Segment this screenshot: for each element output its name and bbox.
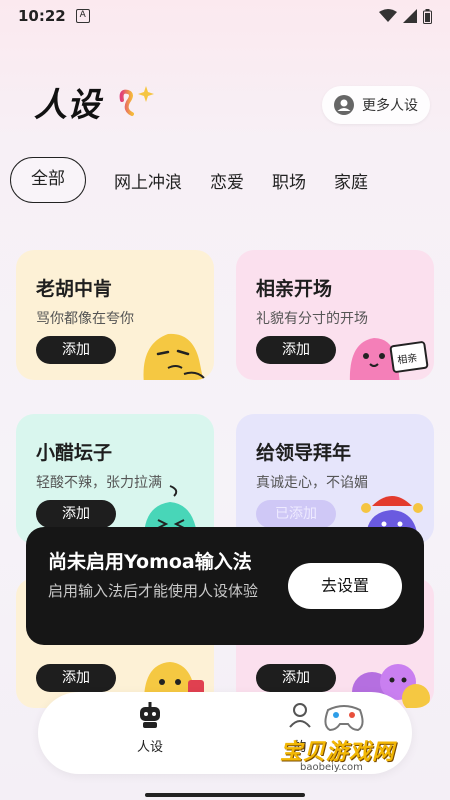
tab-workplace[interactable]: 职场 xyxy=(258,168,320,193)
robot-icon xyxy=(140,702,160,728)
nav-label: 人设 xyxy=(136,740,163,755)
watermark-url: baobeiy.com xyxy=(300,762,363,773)
battery-icon xyxy=(423,8,432,24)
notification-a-icon: A xyxy=(75,9,90,23)
tab-family[interactable]: 家庭 xyxy=(320,168,382,193)
more-personas-button[interactable]: 更多人设 xyxy=(322,86,430,124)
toast-title: 尚未启用Yomoa输入法 xyxy=(48,551,252,573)
user-avatar-icon xyxy=(334,95,354,115)
status-time: 10:22 xyxy=(18,7,66,25)
card-title: 相亲开场 xyxy=(256,278,333,300)
tab-romance[interactable]: 恋爱 xyxy=(196,168,258,193)
gamepad-icon xyxy=(324,705,364,732)
wifi-icon xyxy=(379,9,397,22)
card-title: 老胡中肯 xyxy=(36,278,113,300)
card-desc: 真诚走心，不谄媚 xyxy=(256,475,368,491)
status-icons xyxy=(379,8,432,24)
toast-desc: 启用输入法后才能使用人设体验 xyxy=(48,582,259,600)
persona-card[interactable]: 给领导拜年 真诚走心，不谄媚 已添加 xyxy=(236,414,434,544)
tab-all[interactable]: 全部 xyxy=(10,157,86,203)
more-personas-label: 更多人设 xyxy=(362,98,418,114)
added-button[interactable]: 已添加 xyxy=(256,500,336,528)
go-settings-button[interactable]: 去设置 xyxy=(288,563,402,609)
add-button[interactable]: 添加 xyxy=(36,500,116,528)
add-button[interactable]: 添加 xyxy=(256,336,336,364)
add-button[interactable]: 添加 xyxy=(36,664,116,692)
persona-card[interactable]: 小醋坛子 轻酸不辣，张力拉满 添加 xyxy=(16,414,214,544)
card-title: 小醋坛子 xyxy=(36,442,113,464)
card-desc: 骂你都像在夸你 xyxy=(36,311,134,327)
yellow-mascot-icon xyxy=(143,333,205,380)
home-indicator[interactable] xyxy=(145,793,305,797)
card-title: 给领导拜年 xyxy=(256,442,352,464)
signal-icon xyxy=(403,9,417,23)
card-desc: 礼貌有分寸的开场 xyxy=(256,311,368,327)
category-tabs: 全部 网上冲浪 恋爱 职场 家庭 xyxy=(10,156,450,204)
add-button[interactable]: 添加 xyxy=(256,664,336,692)
app-logo: 人设 xyxy=(34,85,100,124)
add-button[interactable]: 添加 xyxy=(36,336,116,364)
header: 人设 更多人设 xyxy=(34,70,430,140)
tab-web-surfing[interactable]: 网上冲浪 xyxy=(100,168,196,193)
persona-card[interactable]: 老胡中肯 骂你都像在夸你 添加 xyxy=(16,250,214,380)
persona-card[interactable]: 相亲开场 礼貌有分寸的开场 添加 相亲 xyxy=(236,250,434,380)
sparkle-logo-icon xyxy=(119,86,154,116)
pink-mascot-icon: 相亲 xyxy=(349,338,429,380)
watermark: 宝贝游戏网 baobeiy.com xyxy=(270,700,420,780)
ime-not-enabled-toast: 尚未启用Yomoa输入法 启用输入法后才能使用人设体验 去设置 xyxy=(26,527,424,645)
nav-item-persona[interactable]: 人设 xyxy=(120,702,180,755)
status-bar: 10:22 A xyxy=(0,0,450,32)
